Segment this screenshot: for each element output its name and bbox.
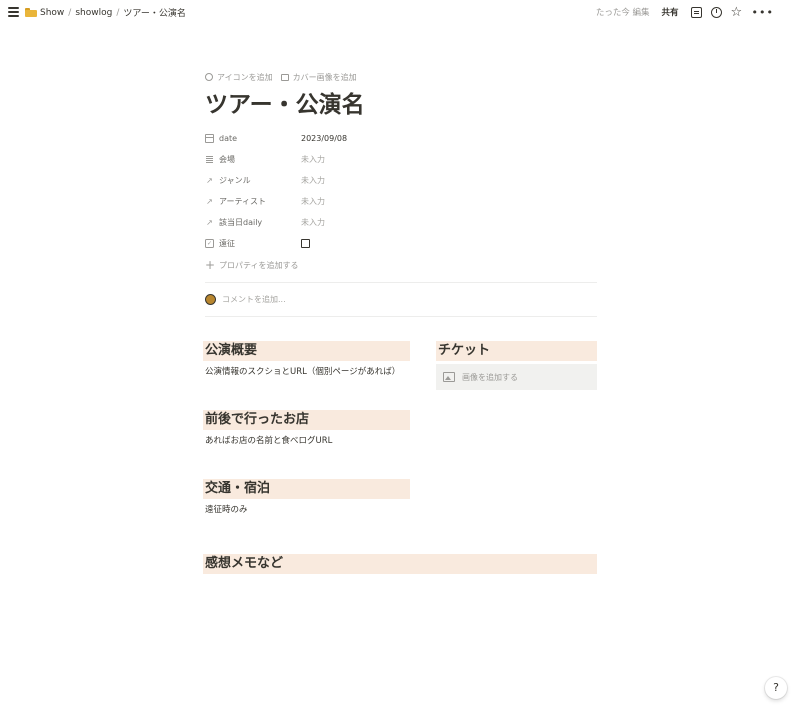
travel-text[interactable]: 遠征時のみ (203, 504, 410, 516)
property-row-artist[interactable]: ↗ アーティスト 未入力 (205, 191, 597, 212)
add-image-button[interactable]: 画像を追加する (436, 364, 597, 390)
relation-arrow-icon: ↗ (206, 197, 213, 206)
property-value[interactable]: 未入力 (301, 154, 325, 165)
expedition-checkbox[interactable] (301, 239, 310, 248)
column-right: チケット 画像を追加する (436, 341, 597, 390)
add-cover-label: カバー画像を追加 (292, 72, 357, 82)
add-image-label: 画像を追加する (462, 372, 518, 382)
last-edited-text: たった今 編集 (595, 8, 650, 18)
overview-text[interactable]: 公演情報のスクショとURL（個別ページがあれば） (203, 366, 410, 378)
top-bar: Show / showlog / ツアー・公演名 たった今 編集 共有 ☆ ••… (0, 0, 800, 24)
history-icon[interactable] (710, 6, 722, 18)
favorite-star-icon[interactable]: ☆ (731, 6, 744, 19)
comment-placeholder: コメントを追加... (222, 295, 286, 304)
plus-icon: + (205, 257, 216, 272)
properties-list: date 2023/09/08 会場 未入力 ↗ ジャンル 未入力 ↗ アーティスト… (205, 128, 597, 276)
heading-shops[interactable]: 前後で行ったお店 (203, 410, 410, 430)
breadcrumb-item-current[interactable]: ツアー・公演名 (123, 6, 185, 19)
folder-icon (25, 8, 37, 17)
property-name: 該当日daily (219, 218, 263, 227)
heading-travel[interactable]: 交通・宿泊 (203, 479, 410, 499)
add-icon-button[interactable]: アイコンを追加 (205, 72, 273, 83)
breadcrumb-item-show[interactable]: Show (40, 8, 64, 18)
comment-input[interactable]: コメントを追加... (205, 283, 597, 316)
text-icon (205, 155, 214, 164)
page-header-actions: アイコンを追加 カバー画像を追加 (205, 70, 597, 84)
property-value[interactable]: 未入力 (301, 196, 325, 207)
property-name: ジャンル (219, 176, 251, 185)
page-content: アイコンを追加 カバー画像を追加 ツアー・公演名 date 2023/09/08… (205, 70, 597, 317)
avatar (205, 294, 216, 305)
image-icon (280, 73, 289, 81)
add-property-button[interactable]: + プロパティを追加する (205, 254, 597, 276)
column-left: 公演概要 公演情報のスクショとURL（個別ページがあれば） (203, 341, 410, 378)
property-row-date[interactable]: date 2023/09/08 (205, 128, 597, 149)
heading-overview[interactable]: 公演概要 (203, 341, 410, 361)
breadcrumb-item-showlog[interactable]: showlog (75, 8, 112, 18)
property-row-genre[interactable]: ↗ ジャンル 未入力 (205, 170, 597, 191)
page-title[interactable]: ツアー・公演名 (205, 88, 597, 122)
property-value[interactable]: 未入力 (301, 217, 325, 228)
shops-text[interactable]: あればお店の名前と食べログURL (203, 435, 410, 447)
relation-arrow-icon: ↗ (206, 218, 213, 227)
property-name: 遠征 (219, 239, 235, 248)
add-property-label: プロパティを追加する (219, 260, 299, 270)
relation-arrow-icon: ↗ (206, 176, 213, 185)
top-actions: たった今 編集 共有 ☆ ••• (595, 6, 774, 19)
breadcrumb: Show / showlog / ツアー・公演名 (25, 6, 186, 19)
comment-icon[interactable] (690, 6, 702, 18)
property-name: アーティスト (219, 197, 267, 206)
image-icon (443, 372, 455, 382)
property-value[interactable]: 未入力 (301, 175, 325, 186)
property-name: 会場 (219, 155, 235, 164)
help-button[interactable]: ? (765, 677, 787, 699)
property-row-venue[interactable]: 会場 未入力 (205, 149, 597, 170)
heading-ticket[interactable]: チケット (436, 341, 597, 361)
section-shops: 前後で行ったお店 あればお店の名前と食べログURL (203, 410, 410, 447)
breadcrumb-separator: / (68, 7, 72, 18)
checkbox-icon: ✓ (205, 239, 214, 248)
section-memo: 感想メモなど (203, 554, 597, 574)
more-options-icon[interactable]: ••• (752, 7, 774, 18)
calendar-icon (205, 134, 214, 143)
sidebar-toggle-icon[interactable] (8, 7, 19, 17)
divider (205, 316, 597, 317)
property-name: date (219, 134, 238, 143)
add-cover-button[interactable]: カバー画像を追加 (280, 72, 357, 83)
property-row-daily[interactable]: ↗ 該当日daily 未入力 (205, 212, 597, 233)
add-icon-label: アイコンを追加 (217, 72, 273, 82)
heading-memo[interactable]: 感想メモなど (203, 554, 597, 574)
section-travel: 交通・宿泊 遠征時のみ (203, 479, 410, 516)
property-row-expedition[interactable]: ✓ 遠征 (205, 233, 597, 254)
share-button[interactable]: 共有 (662, 6, 679, 18)
breadcrumb-separator: / (116, 7, 120, 18)
property-value[interactable]: 2023/09/08 (301, 134, 347, 143)
smiley-icon (205, 73, 213, 81)
